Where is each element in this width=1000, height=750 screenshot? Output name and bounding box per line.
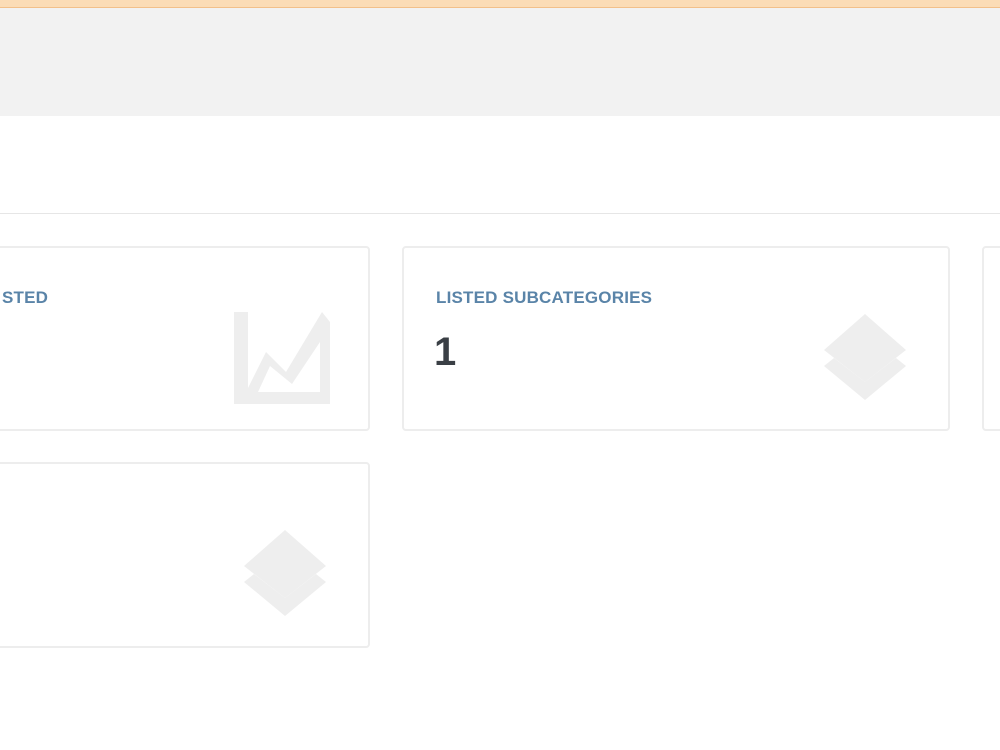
top-notification-strip [0,0,1000,8]
layers-icon [820,310,910,402]
stat-card-listed: STED [0,246,370,431]
header-bar [0,8,1000,116]
line-chart-icon [234,312,334,404]
stat-card-bottom [0,462,370,648]
stat-card-label: STED [2,288,49,307]
section-divider [0,213,1000,214]
stat-card-partial [982,246,1000,431]
stat-card-listed-subcategories: LISTED SUBCATEGORIES 1 [402,246,950,431]
layers-icon [240,526,330,618]
stat-card-label: LISTED SUBCATEGORIES [436,288,653,307]
stat-card-value: 1 [434,330,457,374]
